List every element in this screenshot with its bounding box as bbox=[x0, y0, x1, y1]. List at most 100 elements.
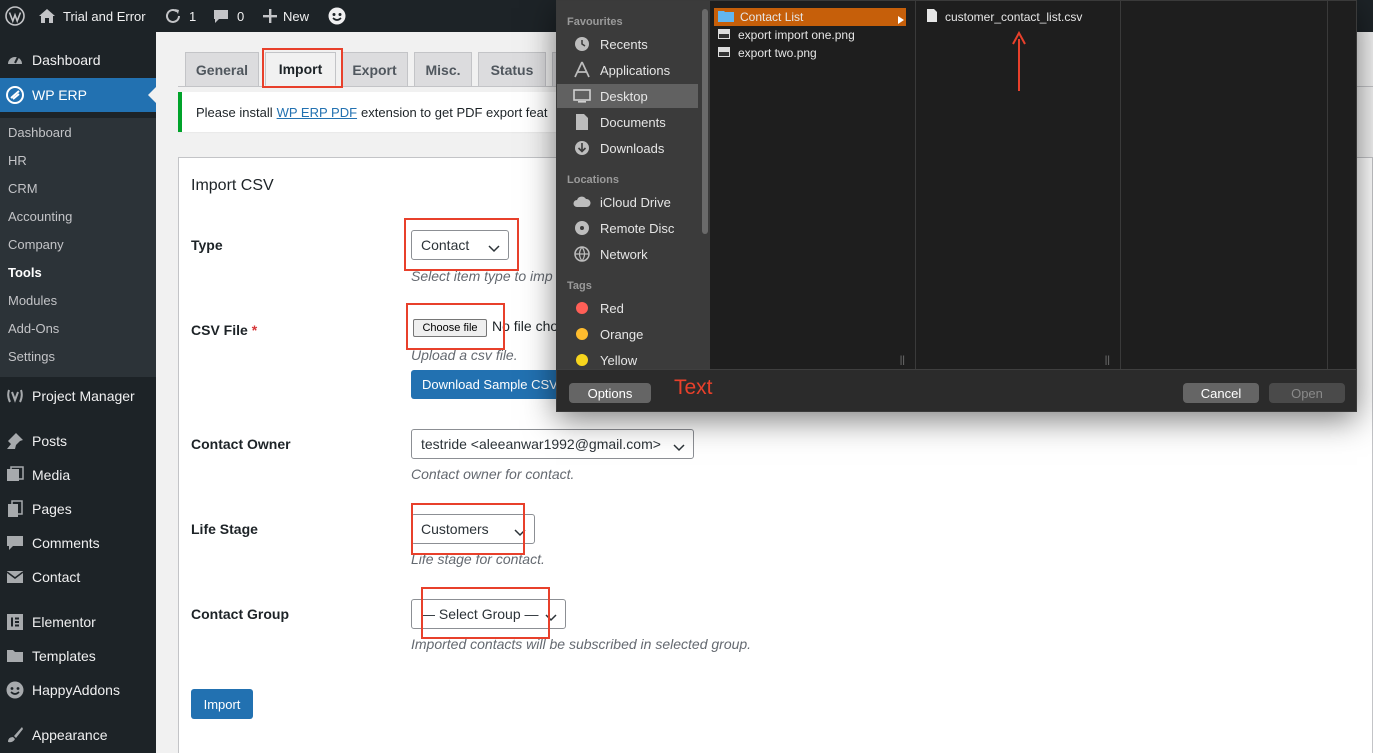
download-sample-csv-button[interactable]: Download Sample CSV bbox=[411, 370, 571, 399]
erp-pdf-link[interactable]: WP ERP PDF bbox=[277, 105, 357, 120]
network-icon bbox=[572, 244, 592, 264]
erp-submenu: Dashboard HR CRM Accounting Company Tool… bbox=[0, 118, 156, 377]
comments-count: 0 bbox=[237, 8, 245, 24]
sidebar-item-desktop[interactable]: Desktop bbox=[557, 84, 698, 108]
sidebar-item-downloads[interactable]: Downloads bbox=[557, 136, 698, 160]
sidebar-item-label: Remote Disc bbox=[600, 220, 675, 236]
sidebar-item-icloud[interactable]: iCloud Drive bbox=[557, 190, 698, 214]
clock-icon bbox=[572, 34, 592, 54]
csv-file-label: CSV File * bbox=[191, 322, 257, 338]
required-mark: * bbox=[251, 322, 258, 338]
contact-owner-label: Contact Owner bbox=[191, 436, 291, 452]
submenu-add-ons[interactable]: Add-Ons bbox=[8, 319, 59, 339]
contact-owner-select[interactable]: testride <aleeanwar1992@gmail.com> bbox=[411, 429, 694, 459]
file-row-export-two[interactable]: export two.png bbox=[718, 44, 817, 62]
submenu-settings[interactable]: Settings bbox=[8, 347, 55, 367]
plus-icon bbox=[263, 9, 277, 23]
new-content-link[interactable]: New bbox=[263, 0, 309, 32]
sidebar-item-remote-disc[interactable]: Remote Disc bbox=[557, 216, 698, 240]
comments-link[interactable]: 0 bbox=[213, 0, 244, 32]
sidebar-item-recents[interactable]: Recents bbox=[557, 32, 698, 56]
life-stage-label: Life Stage bbox=[191, 521, 258, 537]
menu-project-manager[interactable]: Project Manager bbox=[0, 379, 156, 413]
desktop-icon bbox=[572, 86, 592, 106]
menu-happyaddons[interactable]: HappyAddons bbox=[0, 673, 156, 707]
menu-contact[interactable]: Contact bbox=[0, 560, 156, 594]
submenu-crm[interactable]: CRM bbox=[8, 179, 38, 199]
file-name: customer_contact_list.csv bbox=[945, 10, 1083, 24]
import-csv-heading: Import CSV bbox=[191, 177, 274, 194]
site-name-link[interactable]: Trial and Error bbox=[38, 0, 146, 32]
submenu-tools[interactable]: Tools bbox=[8, 263, 42, 283]
sidebar-tag-red[interactable]: Red bbox=[557, 296, 698, 320]
open-button[interactable]: Open bbox=[1269, 383, 1345, 403]
file-open-dialog: Favourites Recents Applications Desktop … bbox=[556, 0, 1357, 412]
updates-link[interactable]: 1 bbox=[164, 0, 196, 32]
file-name: Contact List bbox=[740, 10, 804, 24]
download-icon bbox=[572, 138, 592, 158]
sidebar-item-label: Recents bbox=[600, 36, 648, 52]
menu-dashboard[interactable]: Dashboard bbox=[0, 43, 156, 77]
dialog-button-bar: Options Text Cancel Open bbox=[557, 369, 1356, 411]
admin-sidebar: Dashboard WP ERP Dashboard HR CRM Accoun… bbox=[0, 32, 156, 753]
submenu-hr[interactable]: HR bbox=[8, 151, 27, 171]
submenu-company[interactable]: Company bbox=[8, 235, 64, 255]
plugin-face-icon[interactable] bbox=[328, 0, 346, 32]
image-file-icon bbox=[718, 28, 730, 42]
menu-media[interactable]: Media bbox=[0, 458, 156, 492]
menu-label: Appearance bbox=[32, 727, 108, 743]
column-resize-handle[interactable]: || bbox=[900, 355, 905, 366]
menu-posts[interactable]: Posts bbox=[0, 424, 156, 458]
sidebar-tag-orange[interactable]: Orange bbox=[557, 322, 698, 346]
menu-elementor[interactable]: Elementor bbox=[0, 605, 156, 639]
cancel-button[interactable]: Cancel bbox=[1183, 383, 1259, 403]
menu-label: WP ERP bbox=[32, 87, 87, 103]
annotation-text-label: Text bbox=[674, 376, 713, 399]
pages-icon bbox=[6, 500, 24, 518]
sidebar-item-label: Downloads bbox=[600, 140, 665, 156]
tab-misc[interactable]: Misc. bbox=[414, 52, 472, 86]
favourites-heading: Favourites bbox=[567, 16, 623, 28]
elementor-icon bbox=[6, 613, 24, 631]
sidebar-item-applications[interactable]: Applications bbox=[557, 58, 698, 82]
submenu-dashboard[interactable]: Dashboard bbox=[8, 123, 72, 143]
submenu-modules[interactable]: Modules bbox=[8, 291, 57, 311]
submenu-accounting[interactable]: Accounting bbox=[8, 207, 72, 227]
sidebar-item-network[interactable]: Network bbox=[557, 242, 698, 266]
file-row-customer-contact-list[interactable]: customer_contact_list.csv bbox=[927, 8, 1082, 26]
document-file-icon bbox=[927, 9, 937, 25]
menu-comments[interactable]: Comments bbox=[0, 526, 156, 560]
menu-label: Dashboard bbox=[32, 52, 101, 68]
annotation-box-file bbox=[406, 303, 505, 350]
home-icon bbox=[38, 8, 56, 24]
sidebar-item-documents[interactable]: Documents bbox=[557, 110, 698, 134]
media-icon bbox=[6, 466, 24, 484]
menu-appearance[interactable]: Appearance bbox=[0, 718, 156, 752]
type-label: Type bbox=[191, 237, 223, 253]
refresh-icon bbox=[164, 7, 182, 25]
annotation-box-contact-group bbox=[421, 587, 550, 639]
install-notice: Please install WP ERP PDF extension to g… bbox=[178, 92, 598, 132]
tab-general[interactable]: General bbox=[185, 52, 259, 86]
tab-status[interactable]: Status bbox=[478, 52, 546, 86]
yellow-tag-dot-icon bbox=[576, 354, 588, 366]
menu-pages[interactable]: Pages bbox=[0, 492, 156, 526]
menu-label: Contact bbox=[32, 569, 81, 585]
tab-export[interactable]: Export bbox=[341, 52, 408, 86]
file-row-export-import-one[interactable]: export import one.png bbox=[718, 26, 855, 44]
mail-icon bbox=[6, 568, 24, 586]
menu-wp-erp[interactable]: WP ERP bbox=[0, 78, 156, 112]
import-submit-button[interactable]: Import bbox=[191, 689, 253, 719]
options-button[interactable]: Options bbox=[569, 383, 651, 403]
wordpress-logo-icon[interactable] bbox=[5, 0, 25, 32]
tags-heading: Tags bbox=[567, 280, 592, 292]
menu-templates[interactable]: Templates bbox=[0, 639, 156, 673]
column-resize-handle[interactable]: || bbox=[1105, 355, 1110, 366]
document-icon bbox=[572, 112, 592, 132]
folder-row-contact-list[interactable]: Contact List bbox=[718, 8, 906, 26]
browser-column-4 bbox=[1329, 1, 1356, 369]
file-name: export two.png bbox=[738, 46, 817, 60]
folder-icon bbox=[6, 647, 24, 665]
sidebar-scrollbar[interactable] bbox=[702, 9, 708, 234]
annotation-box-import-tab bbox=[262, 48, 343, 88]
